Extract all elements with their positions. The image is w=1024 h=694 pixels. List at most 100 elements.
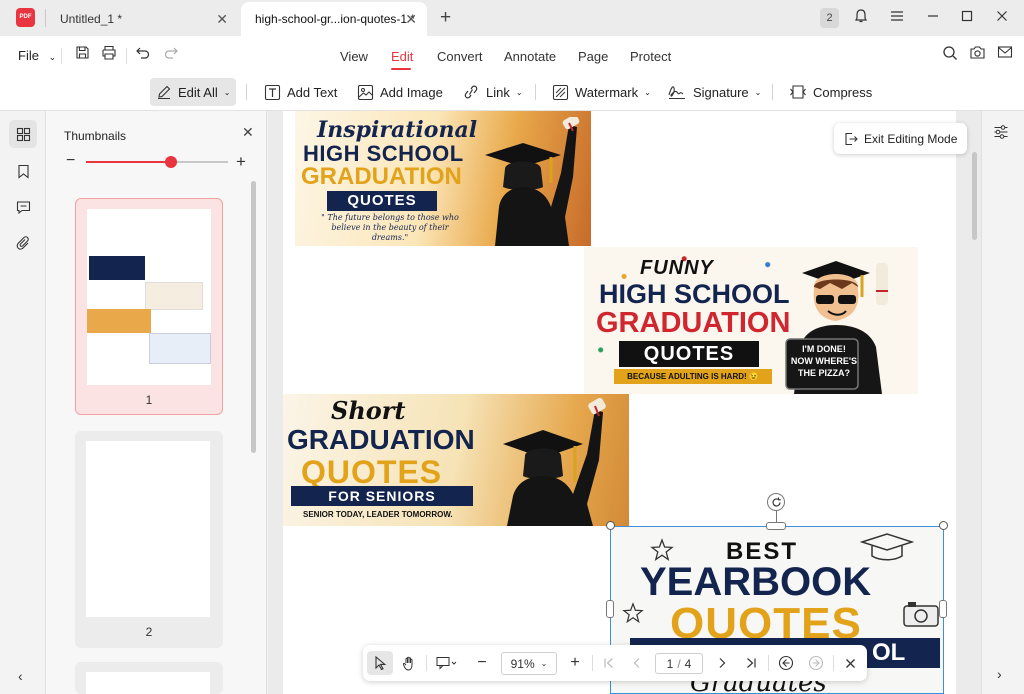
zoom-in-thumbnails-icon[interactable]: +: [236, 152, 246, 172]
thumbnail-page-number: 1: [145, 393, 153, 407]
zoom-level-select[interactable]: 91% ⌄: [501, 652, 557, 675]
menu-view[interactable]: View: [340, 49, 368, 64]
rotate-handle-icon[interactable]: [767, 493, 785, 511]
right-rail: ›: [981, 111, 1024, 694]
banner-funny[interactable]: FUNNY HIGH SCHOOL GRADUATION QUOTES BECA…: [584, 247, 918, 394]
divider: [772, 84, 773, 100]
divider: [126, 48, 127, 64]
search-icon[interactable]: [940, 45, 960, 65]
divider: [426, 655, 427, 671]
redo-icon[interactable]: [161, 45, 181, 65]
last-page-icon[interactable]: [741, 653, 761, 673]
thumbnails-panel-icon[interactable]: [9, 120, 37, 148]
banner-sign-text: I'M DONE! NOW WHERE'S THE PIZZA?: [790, 344, 858, 378]
resize-handle-right[interactable]: [939, 600, 947, 618]
banner-tagline: " The future belongs to those who believ…: [321, 213, 459, 242]
go-forward-icon[interactable]: [805, 653, 827, 673]
thumbnail-image: [86, 672, 210, 694]
close-tab-icon[interactable]: ✕: [405, 12, 417, 26]
add-text-button[interactable]: Add Text: [258, 78, 343, 106]
compress-button[interactable]: Compress: [783, 78, 878, 106]
add-image-button[interactable]: Add Image: [351, 78, 449, 106]
signature-icon: [668, 86, 685, 100]
file-menu[interactable]: File ⌄: [18, 48, 56, 63]
menu-protect[interactable]: Protect: [630, 49, 671, 64]
thumb-mini-banner: [87, 309, 151, 333]
edit-all-button[interactable]: Edit All ⌄: [150, 78, 237, 106]
thumbnail-image: [87, 209, 211, 385]
maximize-icon[interactable]: [957, 8, 977, 28]
attachment-icon[interactable]: [9, 229, 37, 257]
chevron-right-icon[interactable]: ›: [997, 666, 1002, 682]
app-logo-icon: PDF: [16, 8, 35, 27]
go-back-icon[interactable]: [775, 653, 797, 673]
menu-page[interactable]: Page: [578, 49, 608, 64]
menu-edit[interactable]: Edit: [391, 49, 413, 64]
camera-icon[interactable]: [967, 45, 987, 65]
next-page-icon[interactable]: [712, 653, 732, 673]
bell-icon[interactable]: [851, 8, 871, 28]
banner-short[interactable]: Short GRADUATION QUOTES FOR SENIORS SENI…: [283, 394, 629, 526]
zoom-out-thumbnails-icon[interactable]: −: [66, 152, 75, 170]
mail-icon[interactable]: [995, 45, 1015, 65]
divider: [833, 655, 834, 671]
tab-label: high-school-gr...ion-quotes-1 *: [255, 12, 416, 26]
comment-mode-icon[interactable]: [433, 653, 461, 673]
thumbnail-page-1[interactable]: 1: [75, 198, 223, 415]
resize-handle-nw[interactable]: [606, 521, 615, 530]
divider: [592, 655, 593, 671]
undo-icon[interactable]: [133, 45, 153, 65]
tab-untitled[interactable]: Untitled_1 * ✕: [46, 2, 238, 36]
open-count-badge[interactable]: 2: [820, 8, 839, 28]
left-icon-rail: ‹: [0, 111, 46, 694]
exit-editing-mode-button[interactable]: Exit Editing Mode: [834, 123, 967, 154]
watermark-button[interactable]: Watermark ⌄: [546, 78, 657, 106]
divider: [768, 655, 769, 671]
previous-page-icon[interactable]: [627, 653, 647, 673]
thumbnail-image: [86, 441, 210, 617]
bookmark-icon[interactable]: [9, 157, 37, 185]
thumbnails-panel: Thumbnails ✕ − + 1 2: [46, 111, 267, 694]
close-window-icon[interactable]: [992, 8, 1012, 28]
print-icon[interactable]: [99, 45, 119, 65]
menu-convert[interactable]: Convert: [437, 49, 483, 64]
zoom-in-icon[interactable]: +: [566, 653, 584, 673]
save-icon[interactable]: [72, 45, 92, 65]
chevron-left-icon[interactable]: ‹: [18, 668, 23, 684]
thumbnail-size-slider[interactable]: [86, 156, 228, 168]
resize-handle-ne[interactable]: [939, 521, 948, 530]
thumbnails-scrollbar[interactable]: [251, 181, 256, 453]
zoom-out-icon[interactable]: −: [473, 653, 491, 673]
document-scrollbar[interactable]: [972, 152, 977, 240]
slider-handle[interactable]: [165, 156, 178, 168]
select-cursor-icon[interactable]: [367, 651, 393, 675]
close-toolbar-icon[interactable]: [840, 653, 860, 673]
comment-icon[interactable]: [9, 193, 37, 221]
signature-button[interactable]: Signature ⌄: [661, 78, 767, 106]
close-tab-icon[interactable]: ✕: [216, 12, 228, 26]
link-button[interactable]: Link ⌄: [456, 78, 529, 106]
resize-handle-left[interactable]: [606, 600, 614, 618]
hand-tool-icon[interactable]: [399, 653, 419, 673]
thumbnail-page-3[interactable]: [75, 662, 223, 694]
banner-inspirational[interactable]: Inspirational HIGH SCHOOL GRADUATION QUO…: [295, 111, 591, 246]
first-page-icon[interactable]: [599, 653, 619, 673]
hamburger-menu-icon[interactable]: [887, 8, 907, 28]
banner-script-text: Short: [331, 396, 406, 425]
title-bar: PDF Untitled_1 * ✕ high-school-gr...ion-…: [0, 0, 1024, 36]
page-number-input[interactable]: 1 / 4: [655, 653, 703, 674]
tab-graduation-quotes[interactable]: high-school-gr...ion-quotes-1 * ✕: [241, 2, 427, 36]
menu-bar: File ⌄ View Edit Convert Annotate Page P…: [0, 36, 1024, 74]
banner-script-text: Inspirational: [317, 117, 478, 143]
menu-annotate[interactable]: Annotate: [504, 49, 556, 64]
thumbnail-page-number: 2: [145, 625, 153, 639]
close-panel-icon[interactable]: ✕: [242, 124, 254, 141]
minimize-icon[interactable]: [923, 8, 943, 28]
thumbnail-page-2[interactable]: 2: [75, 431, 223, 648]
banner-tagline: SENIOR TODAY, LEADER TOMORROW.: [303, 510, 453, 519]
properties-sliders-icon[interactable]: [993, 124, 1009, 143]
text-box-icon: [264, 84, 281, 100]
divider: [61, 48, 62, 64]
resize-handle-top[interactable]: [766, 522, 786, 530]
new-tab-plus-icon[interactable]: +: [440, 7, 451, 29]
